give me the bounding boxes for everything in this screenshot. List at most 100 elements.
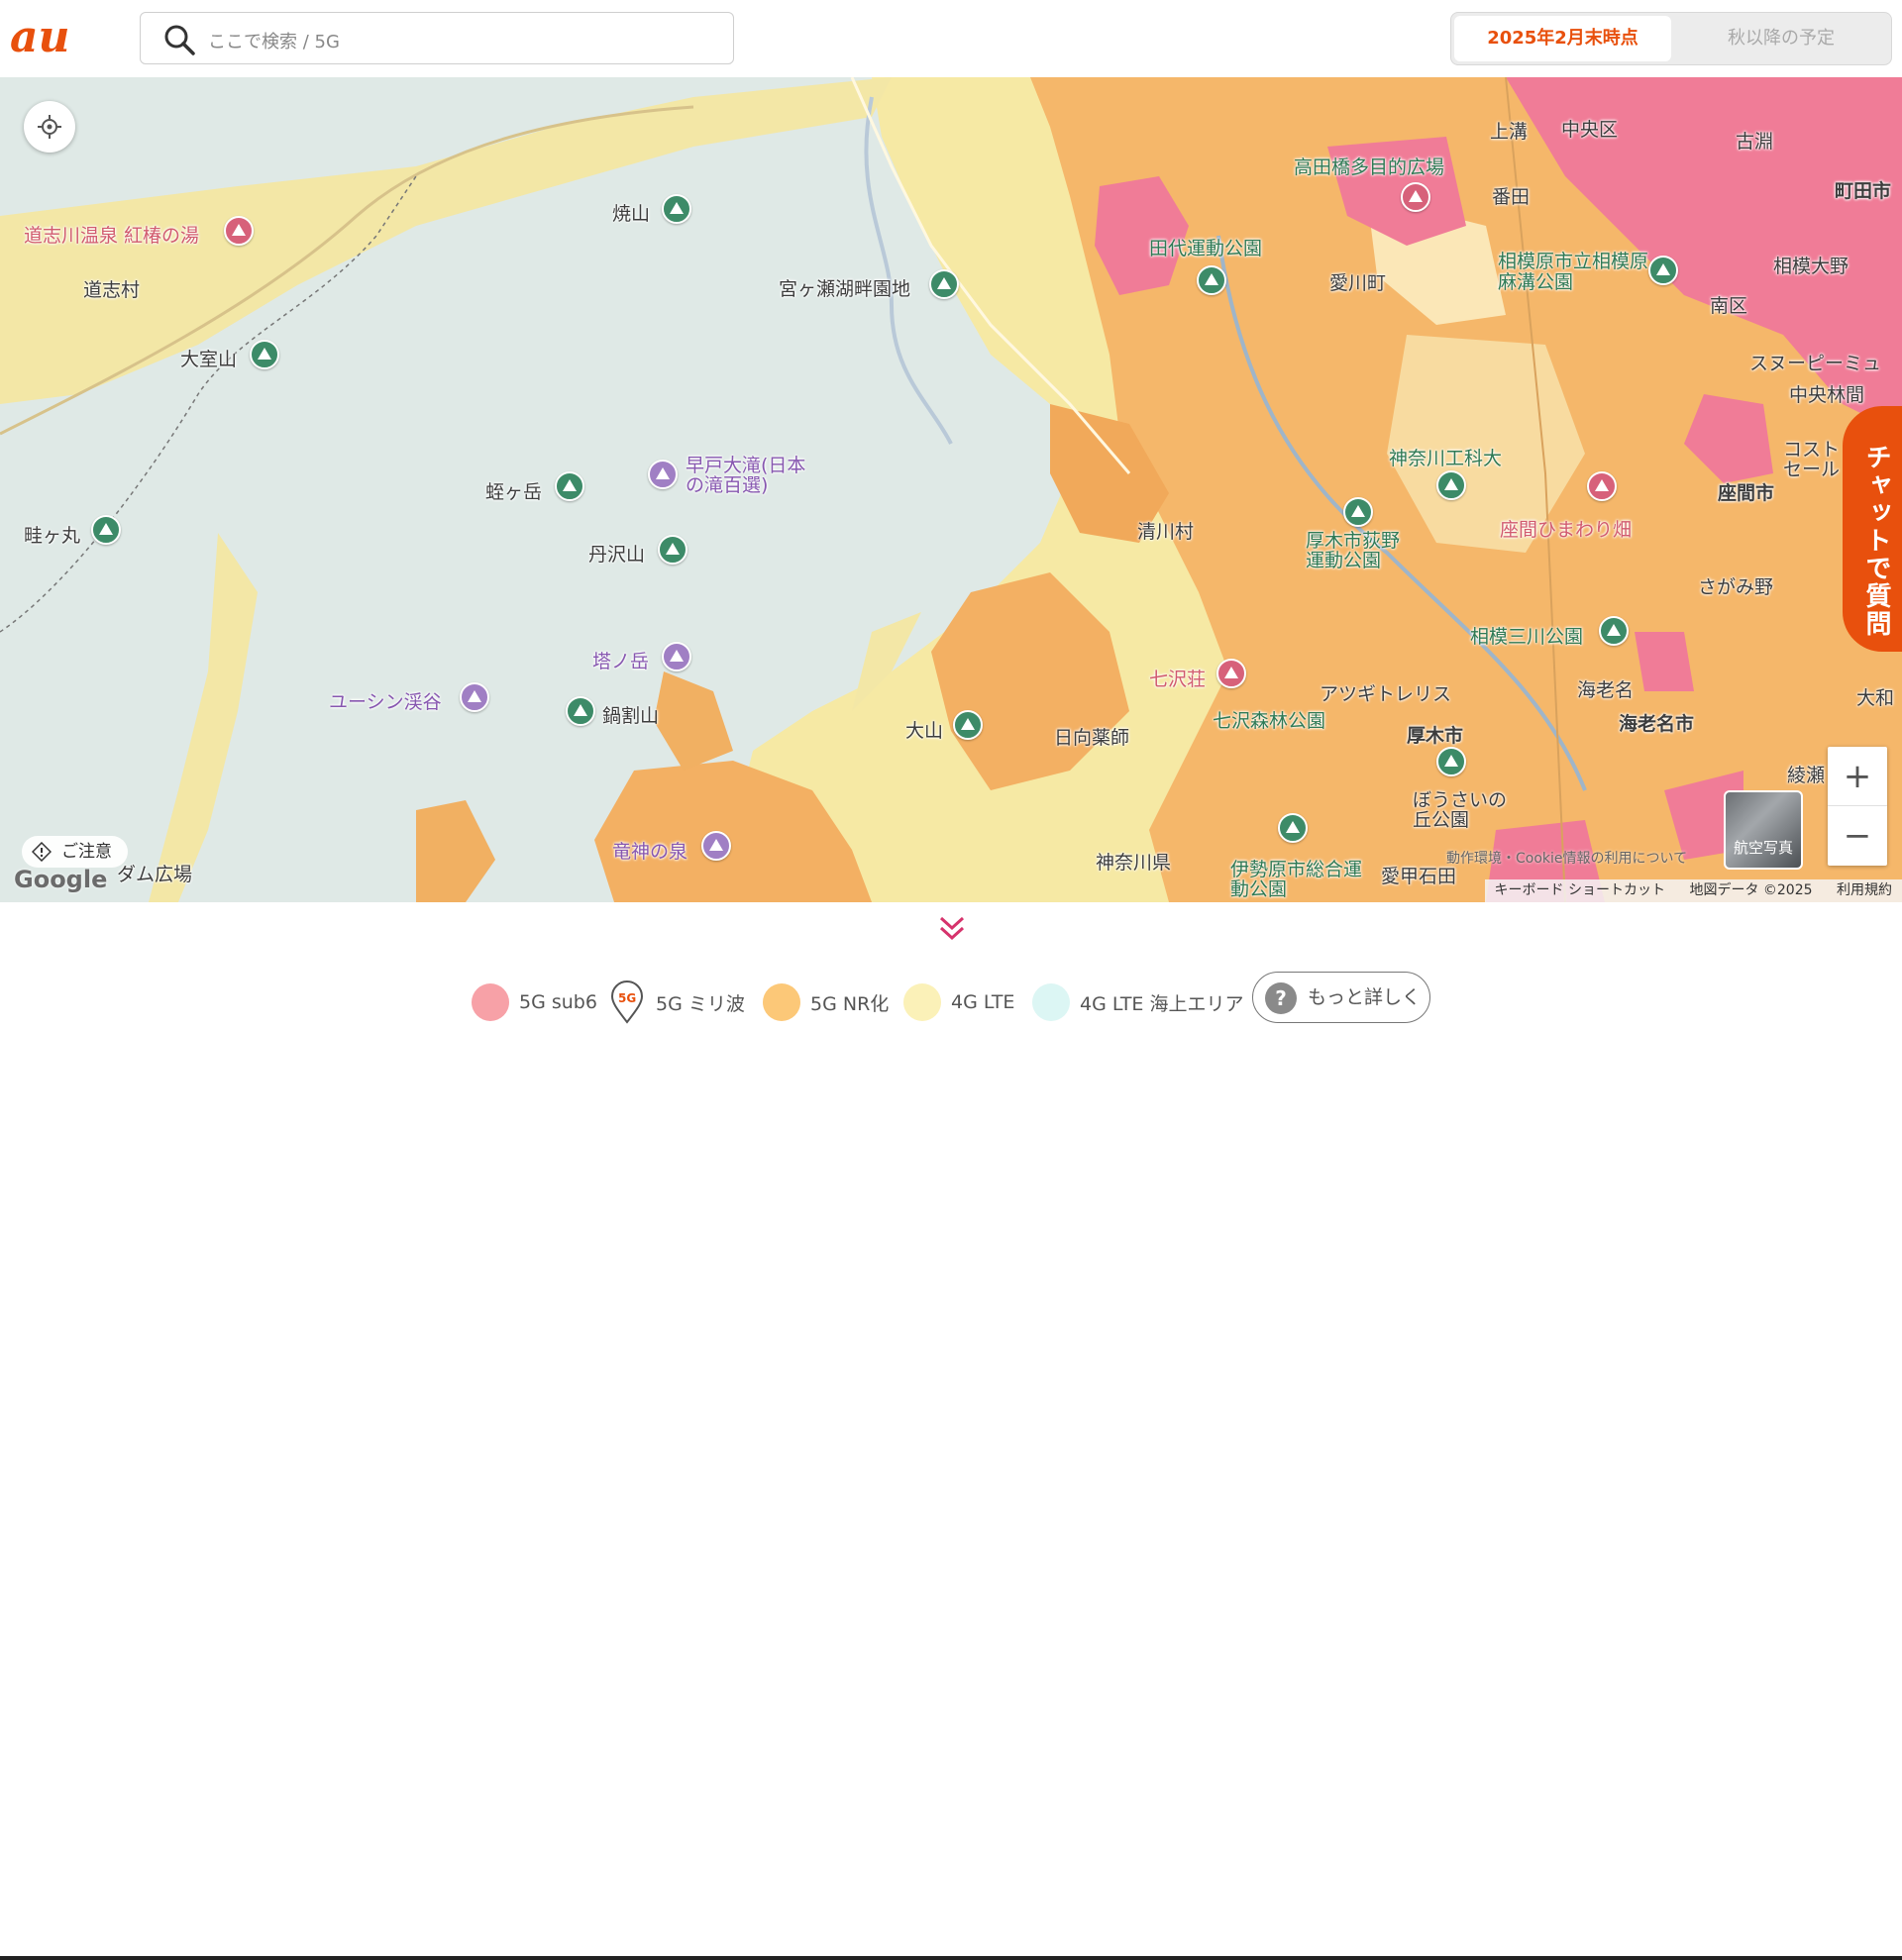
poi-label[interactable]: 塔ノ岳	[592, 647, 649, 673]
spring-icon[interactable]	[701, 831, 731, 861]
poi-label[interactable]: 相模原市立相模原麻溝公園	[1498, 252, 1666, 293]
place-label: 海老名	[1577, 679, 1635, 701]
terms-link[interactable]: 利用規約	[1837, 882, 1892, 898]
park-icon[interactable]	[929, 269, 959, 299]
park-icon[interactable]	[1401, 182, 1430, 212]
poi-label[interactable]: 鍋割山	[602, 701, 659, 728]
poi-label[interactable]: 丹沢山	[588, 540, 645, 567]
park-icon[interactable]	[1648, 256, 1678, 285]
school-icon[interactable]	[1436, 470, 1466, 500]
place-label: スヌーピーミュ	[1749, 353, 1882, 374]
poi-label[interactable]: 神奈川工科大	[1389, 444, 1502, 470]
poi-label[interactable]: 七沢荘	[1149, 665, 1206, 691]
poi-label[interactable]: 日向薬師	[1054, 723, 1129, 750]
mountain-icon[interactable]	[953, 710, 983, 740]
crosshair-icon	[38, 115, 61, 139]
poi-label[interactable]: 大山	[905, 716, 943, 743]
place-label: 愛甲石田	[1381, 866, 1457, 887]
hot-spring-icon[interactable]	[224, 216, 254, 246]
more-details-label: もっと詳しく	[1308, 986, 1422, 1008]
caution-button[interactable]: ご注意	[22, 836, 128, 868]
search-input[interactable]: ここで検索 / 5G	[208, 28, 340, 53]
zoom-out-button[interactable]: −	[1828, 806, 1887, 866]
place-label: 海老名市	[1619, 713, 1695, 735]
legend-bar: 5G sub6 5G 5G ミリ波 5G NR化 4G LTE 4G LTE 海…	[0, 902, 1902, 1960]
search-box[interactable]: ここで検索 / 5G	[140, 12, 734, 64]
poi-label[interactable]: 畦ヶ丸	[24, 521, 80, 548]
poi-label[interactable]: 高田橋多目的広場	[1294, 153, 1444, 179]
park-icon[interactable]	[1343, 497, 1373, 527]
park-icon[interactable]	[1278, 813, 1308, 843]
place-label: 厚木市	[1407, 725, 1464, 747]
map-data-label: 地図データ ©2025	[1689, 882, 1813, 898]
place-label: 番田	[1492, 186, 1531, 208]
legend-label: 5G ミリ波	[656, 992, 745, 1015]
map-attribution: キーボード ショートカット 地図データ ©2025 利用規約	[1484, 879, 1902, 902]
place-label: 南区	[1710, 295, 1748, 317]
mountain-icon[interactable]	[566, 696, 595, 726]
chat-label: チャットで質問	[1861, 444, 1891, 638]
place-label: 座間市	[1718, 482, 1775, 504]
mountain-icon[interactable]	[658, 535, 687, 565]
poi-label[interactable]: 宮ヶ瀬湖畔園地	[779, 274, 910, 301]
chat-button[interactable]: チャットで質問	[1843, 406, 1902, 652]
valley-icon[interactable]	[460, 682, 489, 712]
poi-label[interactable]: 七沢森林公園	[1213, 706, 1325, 733]
place-label: 神奈川県	[1096, 852, 1172, 874]
zoom-in-button[interactable]: +	[1828, 747, 1887, 806]
keyboard-shortcuts-link[interactable]: キーボード ショートカット	[1495, 882, 1665, 898]
poi-label[interactable]: 座間ひまわり畑	[1500, 515, 1632, 542]
park-icon[interactable]	[1197, 265, 1226, 295]
legend-item: 5G NR化	[763, 980, 889, 1025]
chevron-down-icon[interactable]	[935, 914, 969, 944]
au-logo[interactable]: au	[10, 12, 99, 61]
map-coverage-layer	[0, 77, 1902, 902]
mountain-icon[interactable]	[662, 194, 691, 224]
flower-icon[interactable]	[1587, 471, 1617, 501]
coverage-map[interactable]: 道志川温泉 紅椿の湯 道志村 大室山 焼山 宮ヶ瀬湖畔園地 早戸大滝(日本の滝百…	[0, 77, 1902, 902]
place-label: コスト セール	[1783, 439, 1841, 480]
mountain-icon[interactable]	[662, 642, 691, 671]
poi-label[interactable]: 焼山	[612, 199, 650, 226]
place-label: 上溝	[1490, 121, 1529, 143]
place-label: 清川村	[1137, 521, 1195, 543]
header: au ここで検索 / 5G 2025年2月末時点 秋以降の予定	[0, 0, 1902, 77]
legend-item: 4G LTE	[903, 980, 1014, 1025]
poi-label[interactable]: 田代運動公園	[1149, 234, 1262, 260]
poi-label[interactable]: 早戸大滝(日本の滝百選)	[686, 456, 824, 495]
more-details-button[interactable]: ? もっと詳しく	[1252, 972, 1430, 1023]
park-icon[interactable]	[1436, 747, 1466, 776]
hotel-icon[interactable]	[1216, 659, 1246, 688]
sub6-swatch	[472, 983, 509, 1021]
nr-swatch	[763, 983, 800, 1021]
poi-label[interactable]: 道志川温泉 紅椿の湯	[24, 221, 199, 248]
segment-current[interactable]: 2025年2月末時点	[1454, 16, 1671, 61]
place-label: 古淵	[1736, 131, 1774, 153]
poi-label[interactable]: 厚木市荻野運動公園	[1306, 531, 1415, 570]
aerial-view-toggle[interactable]: 航空写真	[1724, 790, 1803, 870]
mountain-icon[interactable]	[91, 515, 121, 545]
zoom-control: + −	[1828, 747, 1887, 866]
place-label: 綾瀬	[1787, 765, 1826, 786]
mountain-icon[interactable]	[555, 471, 584, 501]
place-label: 中央林間	[1789, 384, 1865, 406]
poi-label[interactable]: 蛭ヶ岳	[485, 477, 542, 504]
legend-item: 4G LTE 海上エリア	[1032, 980, 1243, 1025]
my-location-button[interactable]	[24, 101, 75, 153]
legend-label: 4G LTE 海上エリア	[1080, 992, 1244, 1015]
poi-label[interactable]: 竜神の泉	[612, 837, 687, 864]
cookie-link[interactable]: 動作環境・Cookie情報の利用について	[1446, 848, 1687, 868]
poi-label[interactable]: 大室山	[180, 345, 237, 371]
poi-label[interactable]: ユーシン渓谷	[329, 687, 442, 714]
place-label: ダム広場	[117, 864, 193, 885]
park-icon[interactable]	[1599, 616, 1629, 646]
poi-label[interactable]: 相模三川公園	[1470, 622, 1583, 649]
segment-future[interactable]: 秋以降の予定	[1673, 16, 1889, 61]
poi-label[interactable]: 伊勢原市総合運動公園	[1230, 860, 1369, 899]
waterfall-icon[interactable]	[648, 460, 678, 489]
caution-label: ご注意	[61, 842, 112, 862]
mountain-icon[interactable]	[250, 340, 279, 369]
poi-label[interactable]: アツギトレリス	[1320, 679, 1451, 706]
poi-label[interactable]: ぼうさいの丘公園	[1413, 790, 1522, 830]
legend-label: 5G NR化	[810, 992, 890, 1015]
